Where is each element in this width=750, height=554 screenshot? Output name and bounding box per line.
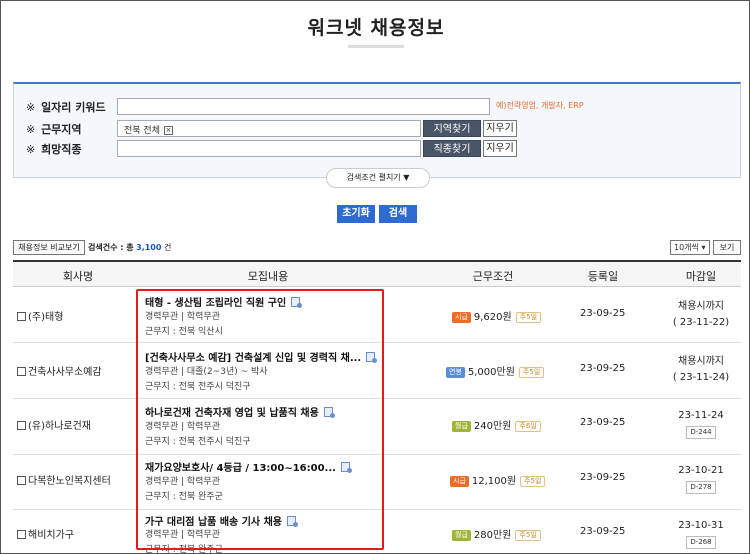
document-icon xyxy=(291,297,303,308)
registered-date: 23-09-25 xyxy=(580,472,626,483)
header-content: 모집내용 xyxy=(247,270,289,283)
job-location: 근무지 : 전북 완주군 xyxy=(145,492,223,502)
registered-date: 23-09-25 xyxy=(580,417,626,428)
region-input[interactable]: 전북 전체 × xyxy=(117,120,421,137)
table-row: (주)태형 태형 - 생산팀 조립라인 직원 구인 경력무관 | 학력무관 근무… xyxy=(13,288,741,343)
job-requirements: 경력무관 | 대졸(2~3년) ~ 박사 xyxy=(145,367,268,377)
document-icon xyxy=(323,407,335,418)
job-requirements: 경력무관 | 학력무관 xyxy=(145,530,220,540)
header-conditions: 근무조건 xyxy=(472,270,514,283)
view-button[interactable]: 보기 xyxy=(713,240,741,255)
d-day-badge: D-244 xyxy=(686,426,716,439)
table-row: 해비치가구 가구 대리점 납품 배송 기사 채용 경력무관 | 학력무관 근무지… xyxy=(13,510,741,554)
keyword-label: ※ 일자리 키워드 xyxy=(26,101,106,114)
row-checkbox[interactable] xyxy=(17,367,26,376)
expand-filters-button[interactable]: 검색조건 펼치기 ▼ xyxy=(326,168,430,188)
table-row: 건축사사무소예감 [건축사사무소 예감] 건축설계 신입 및 경력직 채... … xyxy=(13,343,741,399)
job-clear-button[interactable]: 지우기 xyxy=(483,140,517,157)
d-day-badge: D-268 xyxy=(686,536,716,549)
pay-type-badge: 시급 xyxy=(452,312,471,323)
pay-type-badge: 시급 xyxy=(450,476,469,487)
per-page-select[interactable]: 10개씩 ▾ xyxy=(670,240,710,255)
company-name[interactable]: 다복한노인복지센터 xyxy=(17,472,111,487)
region-label: ※ 근무지역 xyxy=(26,123,82,136)
header-deadline: 마감일 xyxy=(685,270,717,283)
company-name[interactable]: (주)태형 xyxy=(17,308,63,323)
search-button[interactable]: 검색 xyxy=(379,205,417,223)
job-location: 근무지 : 전북 전주시 덕진구 xyxy=(145,437,251,447)
table-header: 회사명 모집내용 근무조건 등록일 마감일 xyxy=(13,262,741,287)
page-title: 워크넷 채용정보 xyxy=(307,17,445,39)
registered-date: 23-09-25 xyxy=(580,363,626,374)
deadline: 채용시까지( 23-11-24) xyxy=(672,356,730,383)
document-icon xyxy=(287,516,299,527)
pay-info: 연봉 5,000만원 주5일 xyxy=(446,363,545,378)
deadline: 채용시까지( 23-11-22) xyxy=(672,301,730,328)
job-label: ※ 희망직종 xyxy=(26,143,82,156)
pay-info: 월급 280만원 주5일 xyxy=(452,526,541,541)
document-icon xyxy=(366,352,378,363)
work-days-badge: 주5일 xyxy=(515,530,541,541)
job-location: 근무지 : 전북 익산시 xyxy=(145,327,223,337)
company-name[interactable]: (유)하나로건재 xyxy=(17,417,91,432)
job-find-button[interactable]: 직종찾기 xyxy=(423,140,481,157)
page-frame: 워크넷 채용정보 ※ 일자리 키워드 예)전략영업, 개발자, ERP ※ 근무… xyxy=(0,0,750,554)
row-checkbox[interactable] xyxy=(17,530,26,539)
company-name[interactable]: 해비치가구 xyxy=(17,526,74,541)
pay-type-badge: 연봉 xyxy=(446,367,465,378)
table-row: (유)하나로건재 하나로건재 건축자재 영업 및 납품직 채용 경력무관 | 학… xyxy=(13,399,741,455)
compare-button[interactable]: 채용정보 비교보기 xyxy=(13,240,85,255)
row-checkbox[interactable] xyxy=(17,476,26,485)
title-underline xyxy=(348,45,404,48)
job-requirements: 경력무관 | 학력무관 xyxy=(145,477,220,487)
work-days-badge: 주5일 xyxy=(520,476,546,487)
job-location: 근무지 : 전북 완주군 xyxy=(145,545,223,554)
company-name[interactable]: 건축사사무소예감 xyxy=(17,363,102,378)
pay-type-badge: 월급 xyxy=(452,421,471,432)
job-requirements: 경력무관 | 학력무관 xyxy=(145,312,220,322)
job-location: 근무지 : 전북 전주시 덕진구 xyxy=(145,382,251,392)
keyword-hint: 예)전략영업, 개발자, ERP xyxy=(496,101,584,110)
registered-date: 23-09-25 xyxy=(580,526,626,537)
chevron-down-icon: ▾ xyxy=(701,243,706,252)
header-company: 회사명 xyxy=(62,270,94,283)
pay-info: 월급 240만원 주6일 xyxy=(452,417,541,432)
region-tag: 전북 전체 xyxy=(124,126,160,136)
row-checkbox[interactable] xyxy=(17,421,26,430)
result-count: 검색건수 : 총 3,100 건 xyxy=(88,243,172,252)
region-clear-button[interactable]: 지우기 xyxy=(483,120,517,137)
document-icon xyxy=(340,462,352,473)
region-find-button[interactable]: 지역찾기 xyxy=(423,120,481,137)
d-day-badge: D-278 xyxy=(686,481,716,494)
search-panel: ※ 일자리 키워드 예)전략영업, 개발자, ERP ※ 근무지역 전북 전체 ×… xyxy=(13,82,741,188)
job-title-link[interactable]: 가구 대리점 납품 배송 기사 채용 xyxy=(145,513,299,528)
deadline: 23-11-24 D-244 xyxy=(661,408,741,440)
work-days-badge: 주5일 xyxy=(515,312,542,323)
header-registered: 등록일 xyxy=(587,270,619,283)
job-title-link[interactable]: [건축사사무소 예감] 건축설계 신입 및 경력직 채... xyxy=(145,349,378,364)
pay-info: 시급 12,100원 주5일 xyxy=(450,472,546,487)
keyword-input[interactable] xyxy=(117,98,490,115)
registered-date: 23-09-25 xyxy=(580,308,626,319)
work-days-badge: 주5일 xyxy=(518,367,545,378)
pay-type-badge: 월급 xyxy=(452,530,471,541)
reset-button[interactable]: 초기화 xyxy=(337,205,375,223)
job-title-link[interactable]: 태형 - 생산팀 조립라인 직원 구인 xyxy=(145,294,303,309)
deadline: 23-10-31 D-268 xyxy=(661,518,741,550)
job-requirements: 경력무관 | 학력무관 xyxy=(145,422,220,432)
deadline: 23-10-21 D-278 xyxy=(661,463,741,495)
row-checkbox[interactable] xyxy=(17,312,26,321)
region-tag-remove-icon[interactable]: × xyxy=(163,126,173,135)
job-title-link[interactable]: 재가요양보호사/ 4등급 / 13:00~16:00... xyxy=(145,459,352,474)
work-days-badge: 주6일 xyxy=(515,421,541,432)
job-title-link[interactable]: 하나로건재 건축자재 영업 및 납품직 채용 xyxy=(145,404,335,419)
job-input[interactable] xyxy=(117,140,421,157)
pay-info: 시급 9,620원 주5일 xyxy=(452,308,542,323)
table-row: 다복한노인복지센터 재가요양보호사/ 4등급 / 13:00~16:00... … xyxy=(13,455,741,510)
